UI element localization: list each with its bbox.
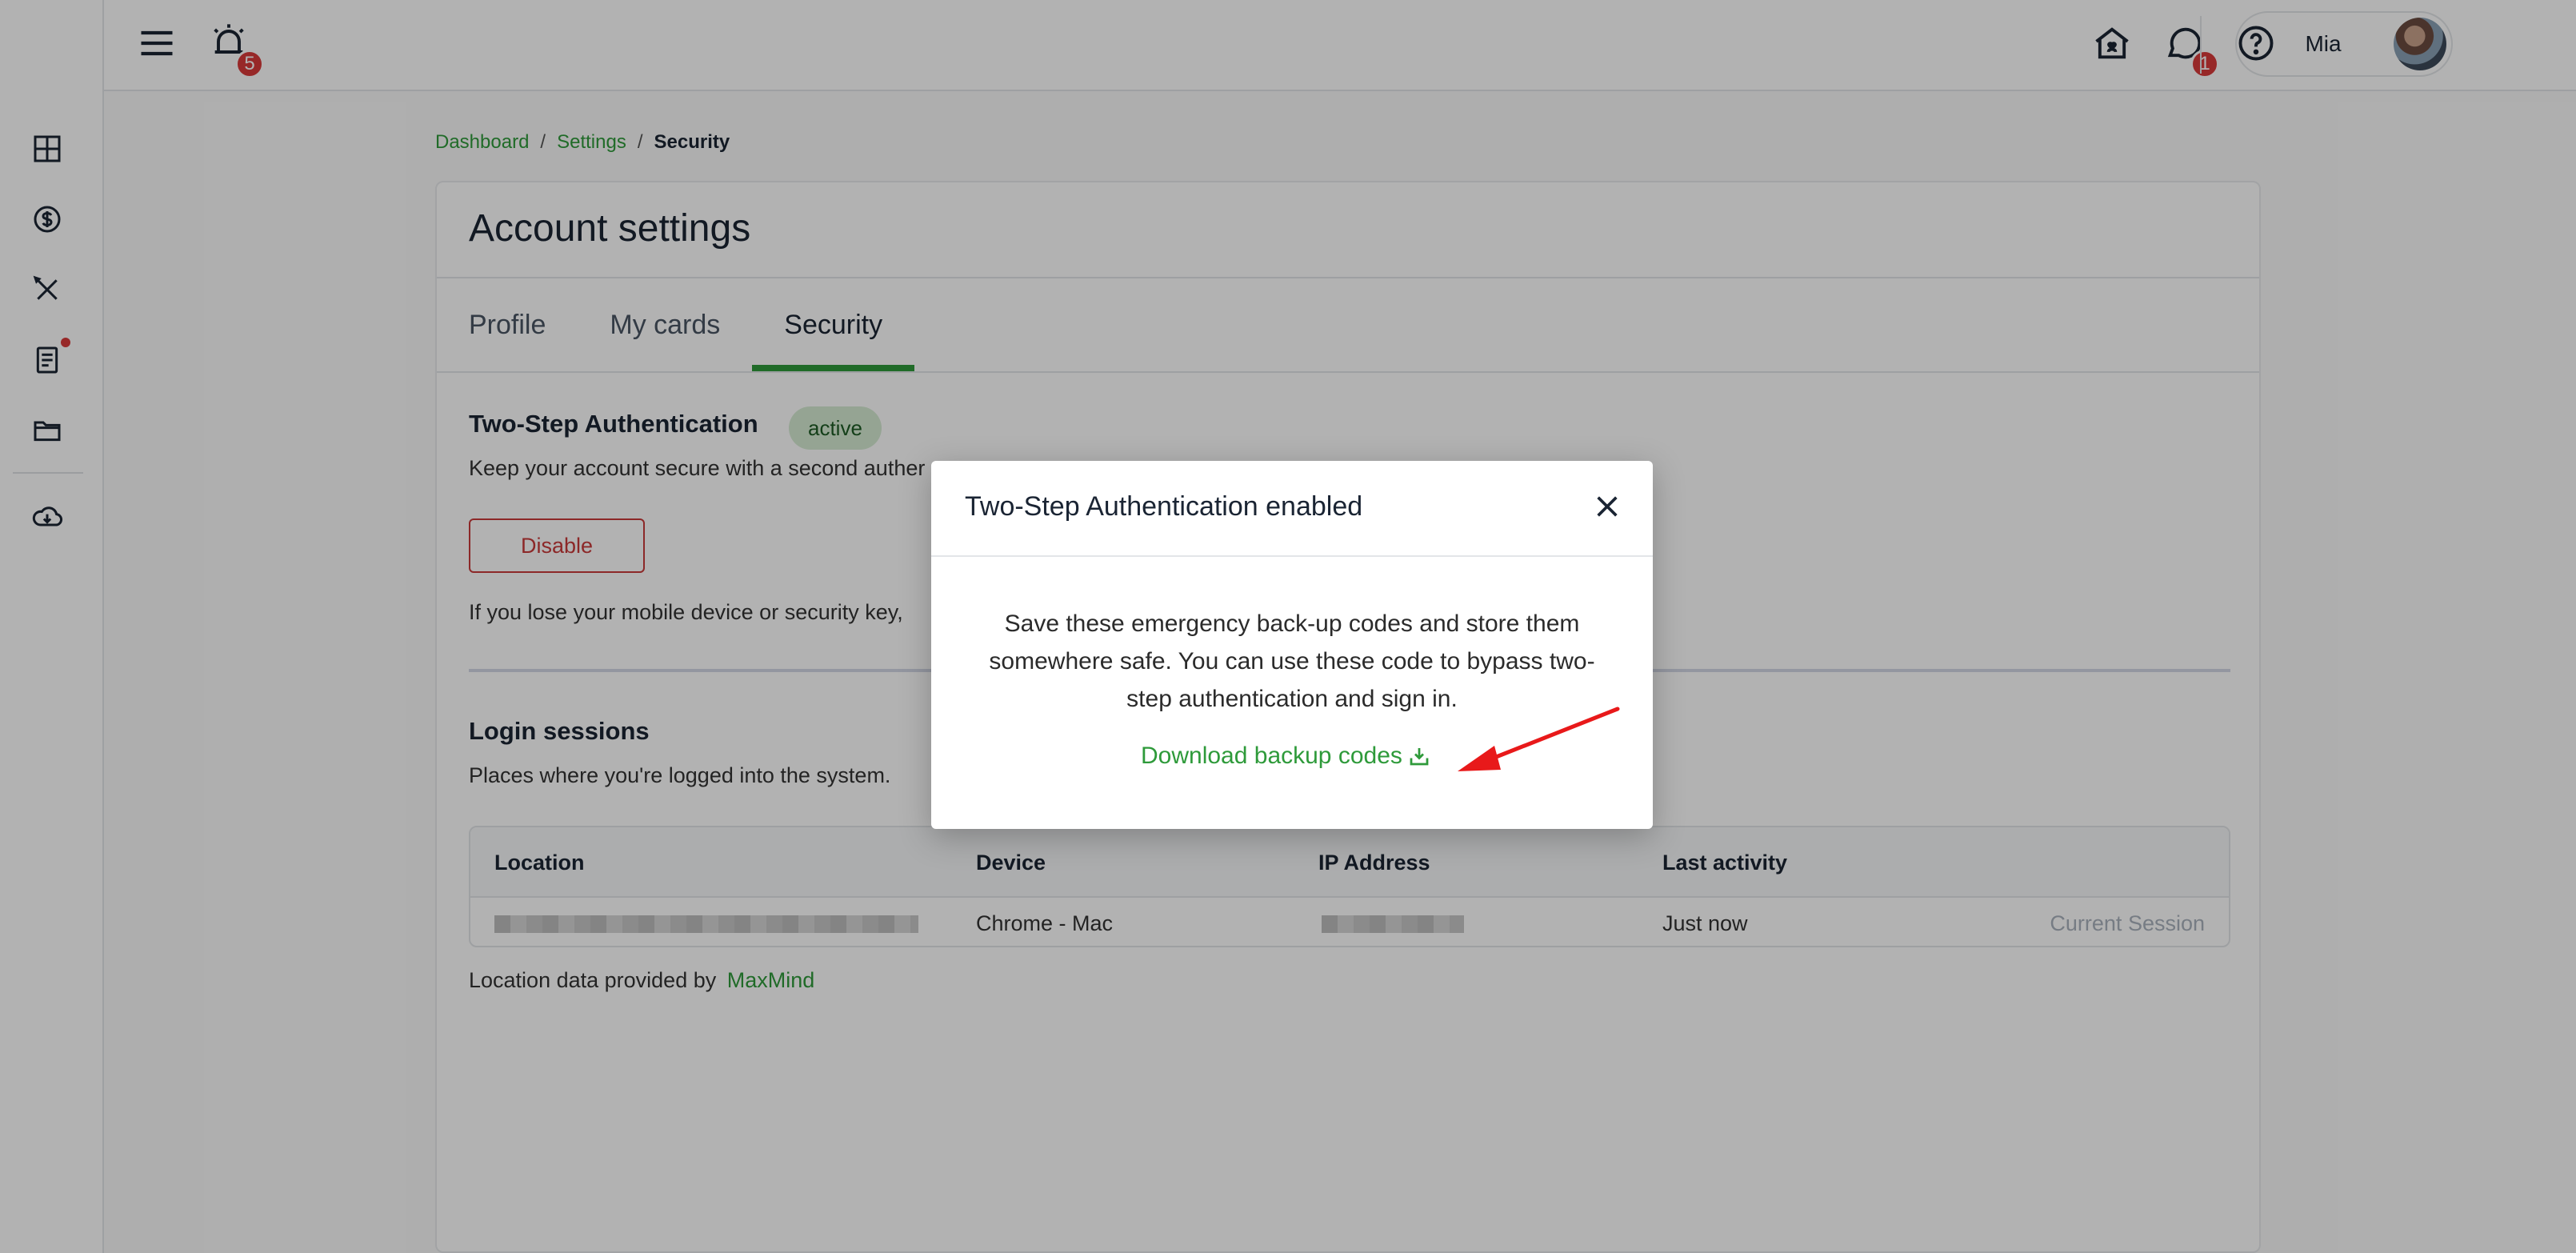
close-icon[interactable] — [1590, 490, 1624, 523]
download-backup-codes-link[interactable]: Download backup codes — [1141, 743, 1431, 770]
download-icon — [1410, 748, 1429, 766]
download-label: Download backup codes — [1141, 743, 1402, 769]
modal-divider — [931, 555, 1653, 557]
modal-title: Two-Step Authentication enabled — [965, 491, 1363, 522]
annotation-arrow — [1458, 707, 1620, 771]
